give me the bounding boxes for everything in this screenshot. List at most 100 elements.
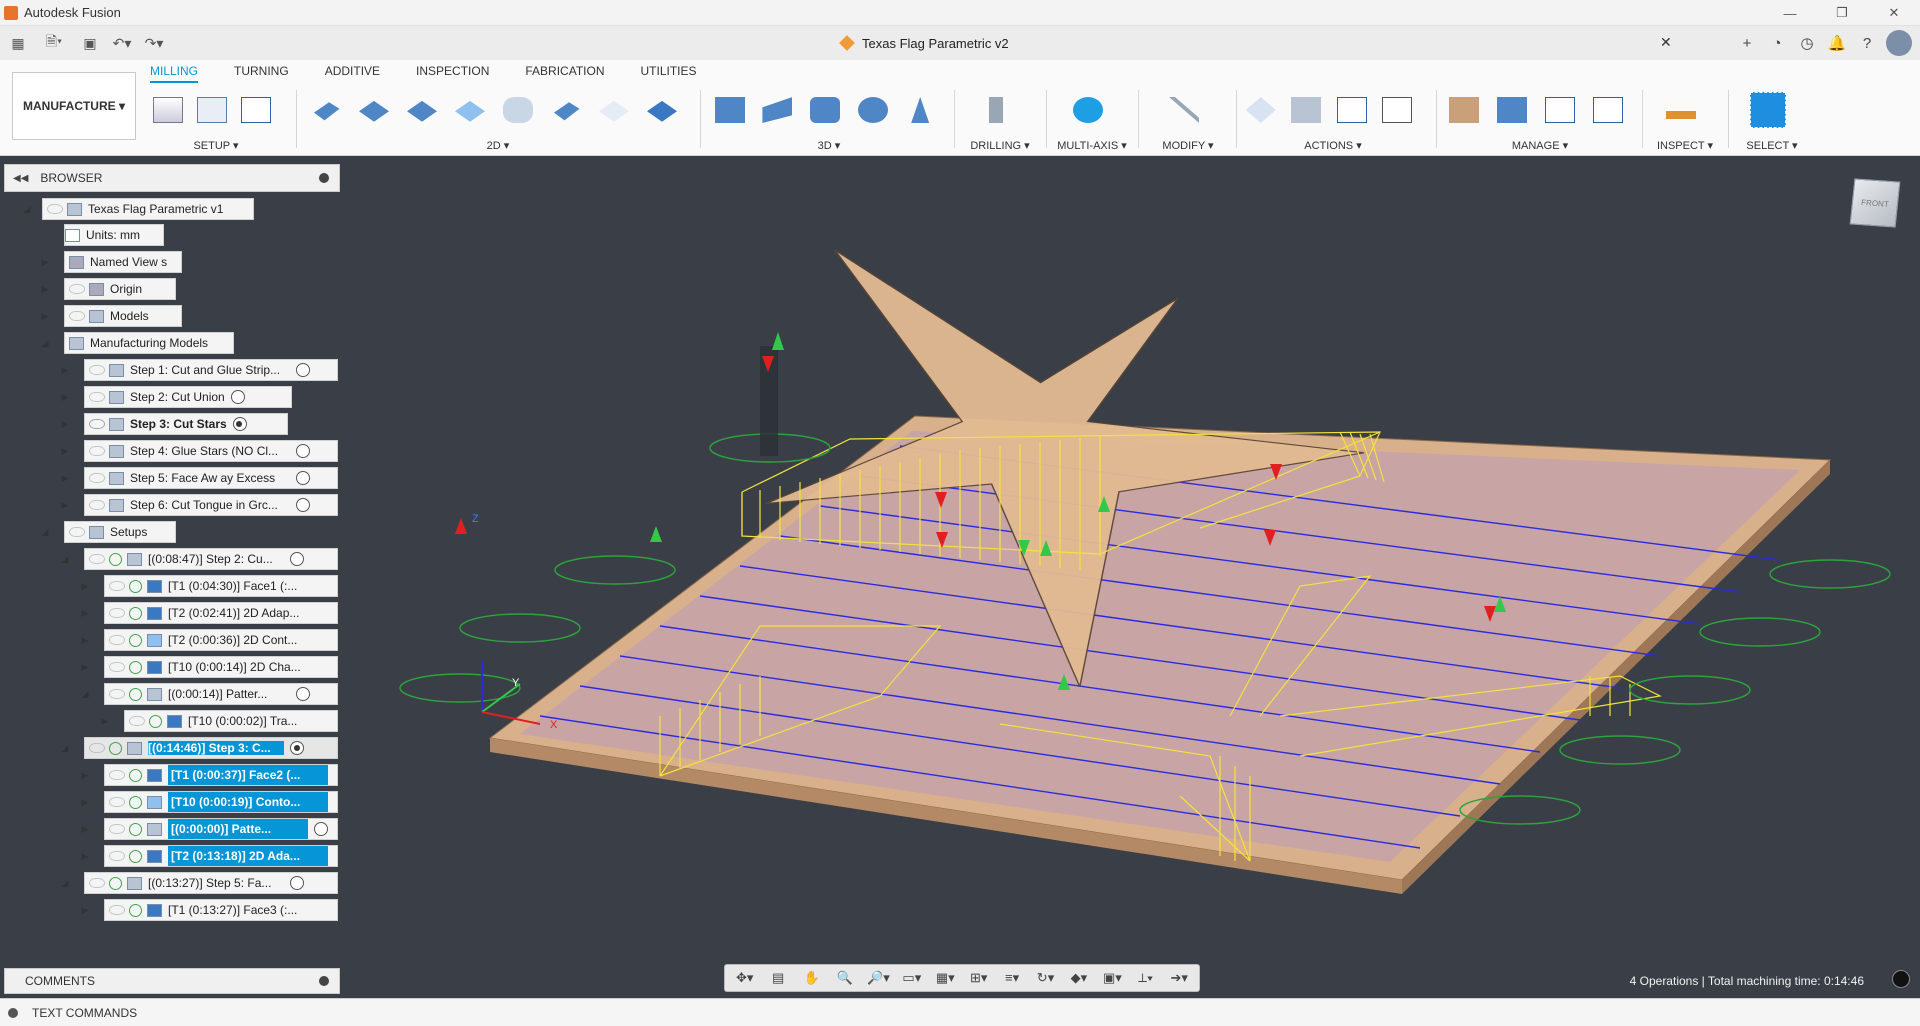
tool-display-icon[interactable]: ⟂▾ bbox=[1132, 968, 1159, 988]
file-menu-icon[interactable]: 🗎▾ bbox=[36, 29, 72, 57]
add-comment-icon[interactable] bbox=[319, 976, 329, 986]
zoom-window-icon[interactable]: 🔎▾ bbox=[865, 968, 892, 988]
simulate-machine-icon[interactable] bbox=[1288, 90, 1326, 130]
comments-panel: COMMENTS bbox=[4, 968, 340, 994]
post-library-icon[interactable] bbox=[1588, 90, 1628, 130]
tab-fabrication[interactable]: FABRICATION bbox=[525, 64, 604, 83]
document-cube-icon bbox=[839, 35, 855, 51]
look-at-icon[interactable]: ▤ bbox=[764, 968, 791, 988]
multiaxis-group-label[interactable]: MULTI-AXIS ▾ bbox=[1052, 139, 1132, 152]
3d-group: 3D ▾ bbox=[710, 90, 948, 152]
visual-style-icon[interactable]: ◆▾ bbox=[1065, 968, 1092, 988]
viewports-icon[interactable]: ⊞▾ bbox=[965, 968, 992, 988]
select-arrow-icon[interactable] bbox=[1748, 90, 1788, 130]
close-document-icon[interactable]: ✕ bbox=[1660, 34, 1672, 51]
pan-hand-icon[interactable]: ✋ bbox=[798, 968, 825, 988]
divider bbox=[1046, 90, 1047, 148]
actions-group: ACTIONS ▾ bbox=[1242, 90, 1424, 152]
manage-group: MANAGE ▾ bbox=[1444, 90, 1636, 152]
text-commands-label[interactable]: TEXT COMMANDS bbox=[32, 1006, 137, 1020]
measure-icon[interactable] bbox=[1661, 90, 1701, 130]
tab-additive[interactable]: ADDITIVE bbox=[325, 64, 380, 83]
tool-library-icon[interactable] bbox=[1444, 90, 1484, 130]
bore-icon[interactable] bbox=[498, 90, 538, 130]
restore-button[interactable]: ❐ bbox=[1816, 0, 1868, 26]
inspect-group-label[interactable]: INSPECT ▾ bbox=[1648, 139, 1722, 152]
simulation-display-icon[interactable]: ➔▾ bbox=[1165, 968, 1192, 988]
tab-milling[interactable]: MILLING bbox=[150, 64, 199, 83]
machine-library-icon[interactable] bbox=[1492, 90, 1532, 130]
help-icon[interactable]: ? bbox=[1852, 29, 1882, 57]
grid-snaps-icon[interactable]: ▦▾ bbox=[932, 968, 959, 988]
minimize-button[interactable]: — bbox=[1764, 0, 1816, 26]
3d-adaptive-icon[interactable] bbox=[710, 90, 750, 130]
notifications-bell-icon[interactable]: 🔔 bbox=[1822, 29, 1852, 57]
zoom-icon[interactable]: 🔍 bbox=[831, 968, 858, 988]
user-avatar[interactable] bbox=[1886, 30, 1912, 56]
scissors-icon[interactable] bbox=[1164, 90, 1204, 130]
2d-contour-icon[interactable] bbox=[450, 90, 490, 130]
divider bbox=[1436, 90, 1437, 148]
ribbon: MILLING TURNING ADDITIVE INSPECTION FABR… bbox=[0, 60, 1920, 156]
modify-group: MODIFY ▾ bbox=[1146, 90, 1230, 152]
status-indicator-icon[interactable] bbox=[1892, 970, 1910, 988]
new-setup-icon[interactable] bbox=[150, 90, 186, 130]
workspace-switcher[interactable]: MANUFACTURE ▾ bbox=[12, 72, 136, 140]
setup-group: SETUP ▾ bbox=[150, 90, 282, 152]
data-panel-grid-icon[interactable]: ▦ bbox=[4, 29, 32, 57]
tab-turning[interactable]: TURNING bbox=[234, 64, 289, 83]
multiaxis-icon[interactable] bbox=[1068, 90, 1108, 130]
new-tab-plus-icon[interactable]: + bbox=[1732, 29, 1762, 57]
text-commands-bar: TEXT COMMANDS bbox=[0, 998, 1920, 1026]
undo-icon[interactable]: ↶▾ bbox=[108, 29, 136, 57]
tab-utilities[interactable]: UTILITIES bbox=[641, 64, 697, 83]
redo-icon[interactable]: ↷▾ bbox=[140, 29, 168, 57]
drilling-group: DRILLING ▾ bbox=[960, 90, 1040, 152]
close-window-button[interactable]: ✕ bbox=[1868, 0, 1920, 26]
extensions-icon[interactable]: ◔ bbox=[1762, 29, 1792, 57]
camera-icon[interactable]: ▣▾ bbox=[1099, 968, 1126, 988]
simulate-icon[interactable] bbox=[1242, 90, 1280, 130]
trace-icon[interactable] bbox=[594, 90, 634, 130]
save-icon[interactable]: ▣ bbox=[76, 29, 104, 57]
2d-group-label[interactable]: 2D ▾ bbox=[306, 139, 690, 152]
3d-parallel-icon[interactable] bbox=[805, 90, 845, 130]
post-process-g1g2-icon[interactable] bbox=[1333, 90, 1371, 130]
title-bar: Autodesk Fusion — ❐ ✕ bbox=[0, 0, 1920, 26]
layers-icon[interactable]: ≡▾ bbox=[998, 968, 1025, 988]
toolpath-region bbox=[520, 431, 1800, 862]
3d-contour-icon[interactable] bbox=[900, 90, 940, 130]
actions-group-label[interactable]: ACTIONS ▾ bbox=[1242, 139, 1424, 152]
template-library-icon[interactable] bbox=[1540, 90, 1580, 130]
2d-face-icon[interactable] bbox=[306, 90, 346, 130]
display-settings-icon[interactable]: ▭▾ bbox=[898, 968, 925, 988]
3d-group-label[interactable]: 3D ▾ bbox=[710, 139, 948, 152]
setup-sheet-icon[interactable] bbox=[1379, 90, 1417, 130]
app-title: Autodesk Fusion bbox=[24, 5, 121, 20]
text-commands-icon[interactable] bbox=[8, 1007, 18, 1018]
divider bbox=[1236, 90, 1237, 148]
3d-pocket-icon[interactable] bbox=[758, 90, 798, 130]
modify-group-label[interactable]: MODIFY ▾ bbox=[1146, 139, 1230, 152]
drill-icon[interactable] bbox=[976, 90, 1016, 130]
3d-scallop-icon[interactable] bbox=[853, 90, 893, 130]
nc-program-icon[interactable] bbox=[238, 90, 274, 130]
job-status-clock-icon[interactable]: ◷ bbox=[1792, 29, 1822, 57]
divider bbox=[1138, 90, 1139, 148]
select-group-label[interactable]: SELECT ▾ bbox=[1734, 139, 1810, 152]
manage-group-label[interactable]: MANAGE ▾ bbox=[1444, 139, 1636, 152]
2d-adaptive-icon[interactable] bbox=[354, 90, 394, 130]
folder-icon[interactable] bbox=[194, 90, 230, 130]
tab-inspection[interactable]: INSPECTION bbox=[416, 64, 489, 83]
document-tab[interactable]: Texas Flag Parametric v2 bbox=[839, 30, 1009, 56]
orbit-icon[interactable]: ✥▾ bbox=[731, 968, 758, 988]
chamfer-icon[interactable] bbox=[642, 90, 682, 130]
setup-group-label[interactable]: SETUP ▾ bbox=[150, 139, 282, 152]
divider bbox=[954, 90, 955, 148]
rotate-view-icon[interactable]: ↻▾ bbox=[1032, 968, 1059, 988]
toolpath-viewport[interactable]: Z Y X bbox=[0, 156, 1920, 990]
slot-icon[interactable] bbox=[546, 90, 586, 130]
drilling-group-label[interactable]: DRILLING ▾ bbox=[960, 139, 1040, 152]
2d-pocket-icon[interactable] bbox=[402, 90, 442, 130]
viewcube[interactable]: FRONT bbox=[1849, 178, 1901, 228]
